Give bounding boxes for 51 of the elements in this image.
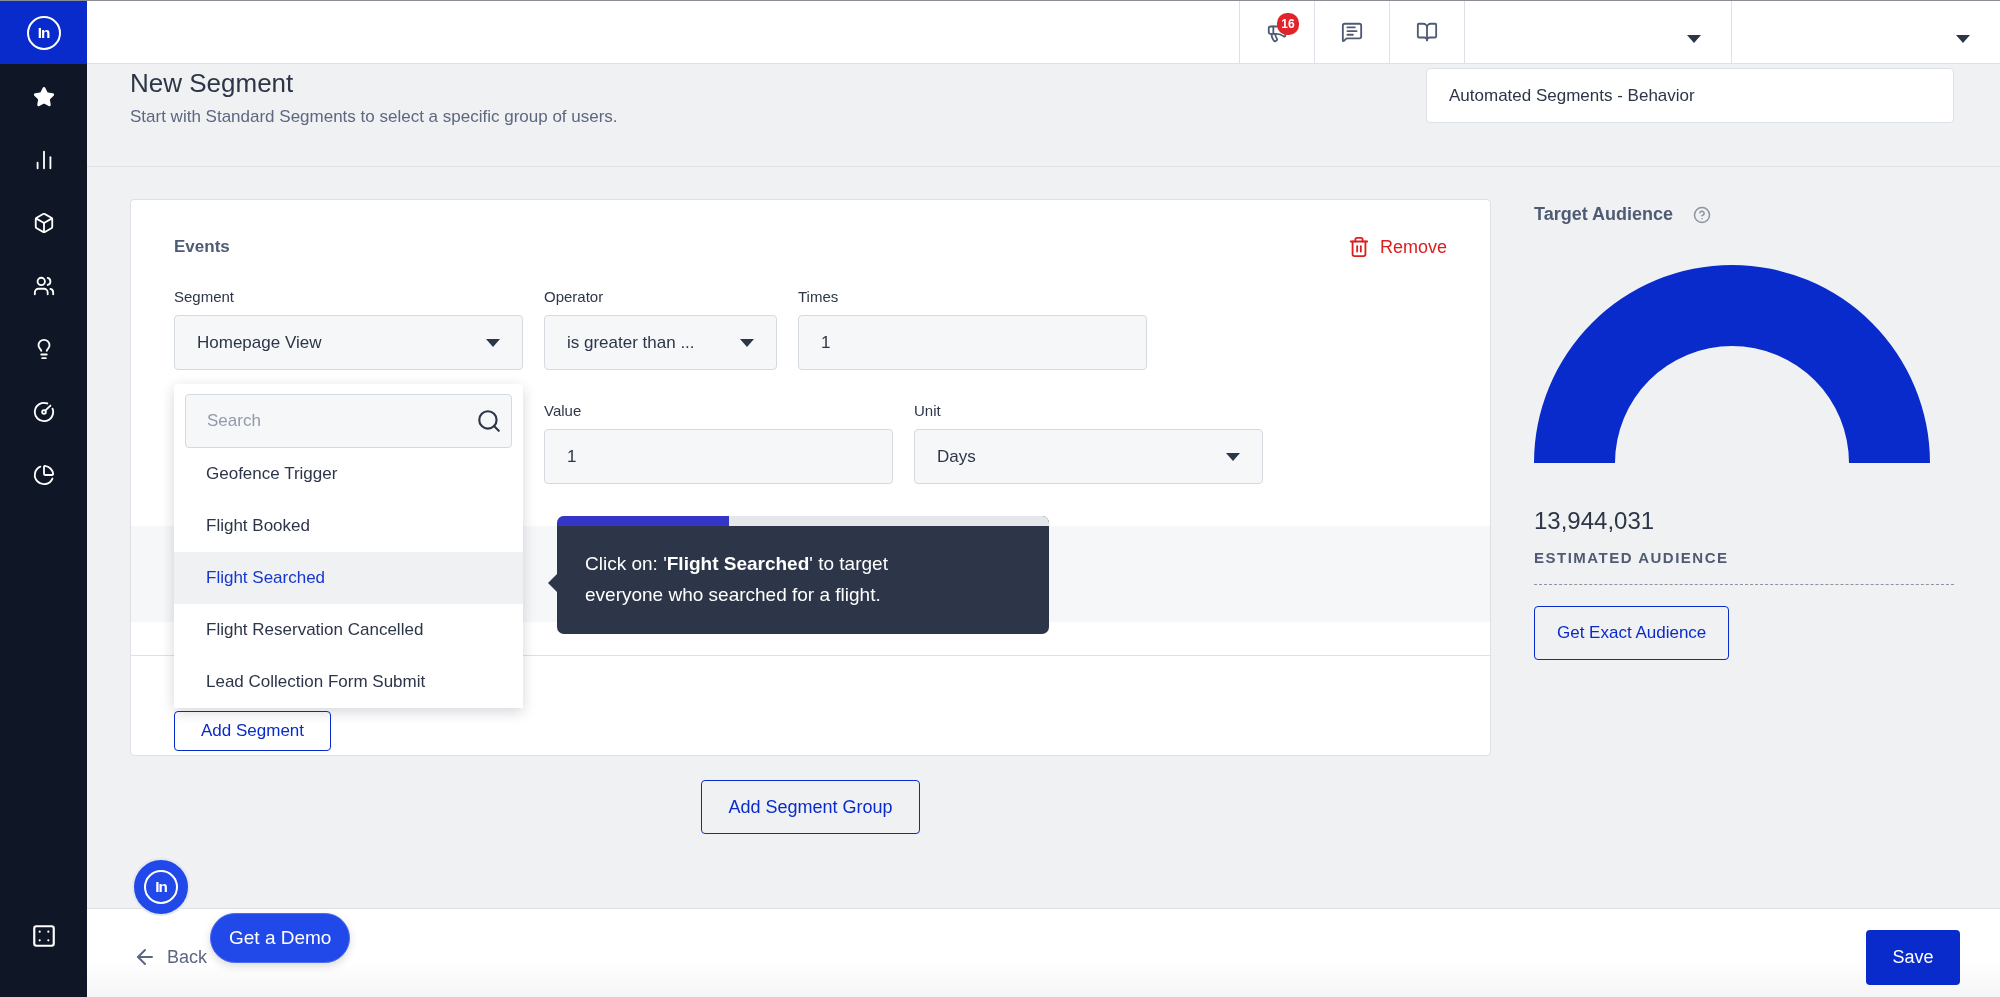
search-icon <box>476 408 502 434</box>
cube-icon[interactable] <box>32 212 55 234</box>
field-label: Segment <box>174 288 235 305</box>
grid-icon[interactable] <box>30 923 57 949</box>
back-link[interactable]: Back <box>133 945 208 969</box>
select-field[interactable]: Homepage View <box>174 315 523 370</box>
trash-icon <box>1347 236 1370 258</box>
notification-badge: 16 <box>1277 13 1299 35</box>
input-field[interactable]: 1 <box>544 429 893 484</box>
caret-icon <box>1687 35 1701 43</box>
field-label: Value <box>544 402 582 419</box>
add-segment-button[interactable]: Add Segment <box>174 711 331 751</box>
caret-icon <box>1226 452 1240 461</box>
remove-button[interactable]: Remove <box>1347 236 1447 258</box>
dropdown-item[interactable]: Flight Searched <box>174 552 523 604</box>
chat-launcher-button[interactable]: In <box>132 858 190 916</box>
input-field[interactable]: 1 <box>798 315 1147 370</box>
page-title: New Segment <box>130 68 295 99</box>
dropdown-item[interactable]: Lead Collection Form Submit <box>174 656 523 708</box>
tooltip-text: Click on: 'Flight Searched' to target everyone who searched for a flight. <box>584 552 889 607</box>
field-label: Operator <box>544 288 604 305</box>
users-icon[interactable] <box>32 275 55 297</box>
audience-caption: ESTIMATED AUDIENCE <box>1534 549 1729 566</box>
card-title: Events <box>174 237 230 257</box>
get-exact-audience-button[interactable]: Get Exact Audience <box>1534 606 1730 660</box>
search-field[interactable]: Search <box>185 394 512 448</box>
select-field[interactable]: Days <box>914 429 1263 484</box>
book-icon <box>1416 21 1438 43</box>
pie-chart-icon[interactable] <box>32 464 55 486</box>
chat-icon <box>1341 21 1363 43</box>
star-icon[interactable] <box>32 86 55 108</box>
select-field[interactable]: is greater than ... <box>544 315 777 370</box>
add-segment-group-button[interactable]: Add Segment Group <box>701 780 920 834</box>
save-button[interactable]: Save <box>1866 929 1960 985</box>
panel-title: Target Audience <box>1534 204 1674 225</box>
dropdown-item[interactable]: Flight Reservation Cancelled <box>174 604 523 656</box>
logo[interactable]: In <box>26 15 61 50</box>
caret-icon <box>1956 35 1970 43</box>
get-demo-button[interactable]: Get a Demo <box>210 913 351 963</box>
dropdown-item[interactable]: Geofence Trigger <box>174 448 523 500</box>
logo: In <box>144 870 178 904</box>
audience-count: 13,944,031 <box>1534 507 1655 535</box>
caret-icon <box>740 338 754 347</box>
field-label: Times <box>798 288 839 305</box>
help-icon[interactable] <box>1693 205 1712 224</box>
field-label: Unit <box>914 402 941 419</box>
gauge-icon[interactable] <box>32 401 55 423</box>
dropdown-item[interactable]: Flight Booked <box>174 500 523 552</box>
caret-icon <box>486 338 500 347</box>
page-subtitle: Start with Standard Segments to select a specific group of users. <box>130 107 618 127</box>
segment-type-field[interactable]: Automated Segments - Behavior <box>1426 68 1954 123</box>
